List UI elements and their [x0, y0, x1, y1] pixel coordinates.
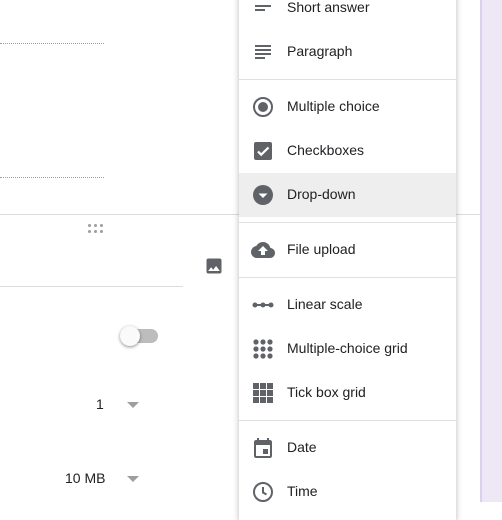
menu-separator: [239, 79, 456, 80]
linear-scale-icon: [251, 293, 275, 317]
paragraph-icon: [251, 40, 275, 64]
menu-item-label: Time: [287, 483, 318, 499]
menu-item-paragraph[interactable]: Paragraph: [239, 30, 456, 74]
menu-separator: [239, 277, 456, 278]
page-background-strip: [480, 0, 502, 502]
radio-button-icon: [251, 95, 275, 119]
menu-item-time[interactable]: Time: [239, 470, 456, 514]
menu-item-label: Multiple choice: [287, 98, 380, 114]
menu-separator: [239, 222, 456, 223]
menu-item-label: Paragraph: [287, 43, 353, 59]
menu-item-label: Linear scale: [287, 296, 363, 312]
add-image-icon[interactable]: [204, 256, 224, 276]
toggle-switch[interactable]: [120, 325, 160, 347]
menu-item-label: Multiple-choice grid: [287, 340, 408, 356]
cloud-upload-icon: [251, 238, 275, 262]
menu-item-linear-scale[interactable]: Linear scale: [239, 283, 456, 327]
question-type-menu: Short answer Paragraph Multiple choice C…: [239, 0, 456, 520]
menu-separator: [239, 420, 456, 421]
clock-icon: [251, 480, 275, 504]
menu-item-multiple-choice[interactable]: Multiple choice: [239, 85, 456, 129]
tick-box-grid-icon: [251, 381, 275, 405]
menu-item-label: Date: [287, 439, 317, 455]
menu-item-file-upload[interactable]: File upload: [239, 228, 456, 272]
menu-item-tick-box-grid[interactable]: Tick box grid: [239, 371, 456, 415]
max-files-value[interactable]: 1: [96, 396, 104, 412]
question-title-underline: [0, 286, 183, 287]
option-underline: [0, 43, 104, 44]
max-size-value[interactable]: 10 MB: [65, 470, 105, 486]
chevron-down-icon[interactable]: [127, 476, 139, 482]
menu-item-label: File upload: [287, 241, 356, 257]
menu-item-label: Drop-down: [287, 186, 356, 202]
calendar-icon: [251, 436, 275, 460]
menu-item-label: Short answer: [287, 0, 370, 15]
menu-item-date[interactable]: Date: [239, 426, 456, 470]
menu-item-label: Tick box grid: [287, 384, 366, 400]
checkbox-icon: [251, 139, 275, 163]
menu-item-label: Checkboxes: [287, 142, 365, 158]
short-answer-icon: [251, 0, 275, 20]
menu-item-drop-down[interactable]: Drop-down: [239, 173, 456, 217]
drag-handle[interactable]: [86, 224, 106, 236]
chevron-down-icon[interactable]: [127, 402, 139, 408]
multiple-choice-grid-icon: [251, 337, 275, 361]
menu-item-checkboxes[interactable]: Checkboxes: [239, 129, 456, 173]
option-underline: [0, 177, 104, 178]
dropdown-circle-icon: [251, 183, 275, 207]
menu-item-short-answer[interactable]: Short answer: [239, 0, 456, 30]
menu-item-multiple-choice-grid[interactable]: Multiple-choice grid: [239, 327, 456, 371]
